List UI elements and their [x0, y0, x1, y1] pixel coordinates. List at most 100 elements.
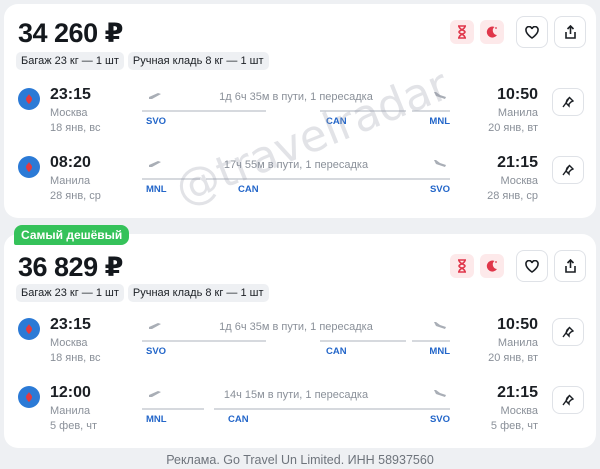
pin-icon [562, 164, 574, 176]
share-button[interactable] [554, 250, 586, 282]
airport-code: MNL [146, 414, 167, 425]
share-icon [564, 259, 576, 273]
leg-line [142, 110, 266, 112]
leg-line [142, 178, 200, 180]
heart-icon [525, 259, 539, 273]
offer-card-2[interactable]: 36 829 ₽ Багаж 23 кг — 1 шт Ручная кладь… [4, 234, 596, 448]
moon-icon [480, 254, 504, 278]
arrival-date: 28 янв, ср [487, 190, 538, 202]
airport-code: CAN [326, 346, 347, 357]
airline-logo [18, 318, 40, 340]
ad-disclaimer: Реклама. Go Travel Un Limited. ИНН 58937… [166, 453, 434, 467]
route: 17ч 55м в пути, 1 пересадка MNL CAN SVO [142, 156, 450, 206]
airport-code: SVO [429, 184, 450, 195]
hourglass-icon [450, 254, 474, 278]
moon-icon [480, 20, 504, 44]
pin-icon [562, 96, 574, 108]
card-actions [450, 16, 586, 48]
hand-luggage-tag: Ручная кладь 8 кг — 1 шт [127, 284, 269, 302]
departure-date: 18 янв, вс [50, 352, 101, 364]
airport-code: SVO [429, 414, 450, 425]
airport-code: SVO [146, 116, 167, 127]
arrival-time: 10:50 [497, 86, 538, 103]
departure-time: 23:15 [50, 316, 91, 333]
flight-duration: 14ч 15м в пути, 1 пересадка [223, 389, 369, 401]
segment-outbound[interactable]: 23:15 Москва 18 янв, вс 1д 6ч 35м в пути… [4, 316, 596, 378]
departure-time: 08:20 [50, 154, 91, 171]
departure-time: 23:15 [50, 86, 91, 103]
price: 34 260 ₽ [18, 18, 123, 48]
arrival-date: 20 янв, вт [488, 122, 538, 134]
share-icon [564, 25, 576, 39]
departure-city: Манила [50, 175, 91, 187]
route: 1д 6ч 35м в пути, 1 пересадка SVO CAN MN… [142, 318, 450, 368]
departure-time: 12:00 [50, 384, 91, 401]
departure-date: 5 фев, чт [50, 420, 98, 432]
leg-line [320, 110, 406, 112]
hourglass-icon [450, 20, 474, 44]
airport-code: MNL [429, 346, 450, 357]
departure-city: Москва [50, 337, 88, 349]
offer-card-1[interactable]: 34 260 ₽ Багаж 23 кг — 1 шт Ручная кладь… [4, 4, 596, 218]
card-actions [450, 250, 586, 282]
arrival-city: Москва [500, 175, 538, 187]
departure-date: 28 янв, ср [50, 190, 101, 202]
luggage-tags: Багаж 23 кг — 1 шт Ручная кладь 8 кг — 1… [16, 52, 269, 70]
flight-duration: 1д 6ч 35м в пути, 1 пересадка [219, 91, 373, 103]
arrival-city: Манила [497, 337, 538, 349]
pin-icon [562, 394, 574, 406]
heart-icon [525, 25, 539, 39]
airport-code: CAN [228, 414, 249, 425]
luggage-tags: Багаж 23 кг — 1 шт Ручная кладь 8 кг — 1… [16, 284, 269, 302]
pin-button[interactable] [552, 88, 584, 116]
leg-line [214, 408, 450, 410]
arrival-city: Москва [500, 405, 538, 417]
airline-logo [18, 156, 40, 178]
favorite-button[interactable] [516, 16, 548, 48]
pin-button[interactable] [552, 156, 584, 184]
departure-date: 18 янв, вс [50, 122, 101, 134]
hand-luggage-tag: Ручная кладь 8 кг — 1 шт [127, 52, 269, 70]
route: 14ч 15м в пути, 1 пересадка MNL CAN SVO [142, 386, 450, 436]
leg-line [206, 178, 450, 180]
pin-button[interactable] [552, 318, 584, 346]
landing-icon [433, 390, 447, 399]
leg-line [320, 340, 406, 342]
cheapest-badge: Самый дешёвый [14, 225, 130, 245]
segment-return[interactable]: 12:00 Манила 5 фев, чт 14ч 15м в пути, 1… [4, 384, 596, 446]
landing-icon [433, 160, 447, 169]
share-button[interactable] [554, 16, 586, 48]
landing-icon [433, 92, 447, 101]
arrival-date: 5 фев, чт [490, 420, 538, 432]
departure-city: Москва [50, 107, 88, 119]
airline-logo [18, 386, 40, 408]
flight-duration: 17ч 55м в пути, 1 пересадка [223, 159, 369, 171]
leg-line [412, 340, 450, 342]
pin-button[interactable] [552, 386, 584, 414]
favorite-button[interactable] [516, 250, 548, 282]
segment-outbound[interactable]: 23:15 Москва 18 янв, вс 1д 6ч 35м в пути… [4, 86, 596, 148]
arrival-city: Манила [497, 107, 538, 119]
airport-code: SVO [146, 346, 167, 357]
baggage-tag: Багаж 23 кг — 1 шт [16, 52, 124, 70]
airport-code: CAN [238, 184, 259, 195]
price: 36 829 ₽ [18, 252, 123, 282]
route: 1д 6ч 35м в пути, 1 пересадка SVO CAN MN… [142, 88, 450, 138]
flight-duration: 1д 6ч 35м в пути, 1 пересадка [219, 321, 373, 333]
leg-line [142, 408, 204, 410]
arrival-date: 20 янв, вт [488, 352, 538, 364]
leg-line [412, 110, 450, 112]
airport-code: MNL [146, 184, 167, 195]
departure-city: Манила [50, 405, 91, 417]
airline-logo [18, 88, 40, 110]
segment-return[interactable]: 08:20 Манила 28 янв, ср 17ч 55м в пути, … [4, 154, 596, 216]
airport-code: MNL [429, 116, 450, 127]
leg-line [142, 340, 266, 342]
arrival-time: 21:15 [497, 384, 538, 401]
arrival-time: 21:15 [497, 154, 538, 171]
baggage-tag: Багаж 23 кг — 1 шт [16, 284, 124, 302]
airport-code: CAN [326, 116, 347, 127]
landing-icon [433, 322, 447, 331]
pin-icon [562, 326, 574, 338]
arrival-time: 10:50 [497, 316, 538, 333]
